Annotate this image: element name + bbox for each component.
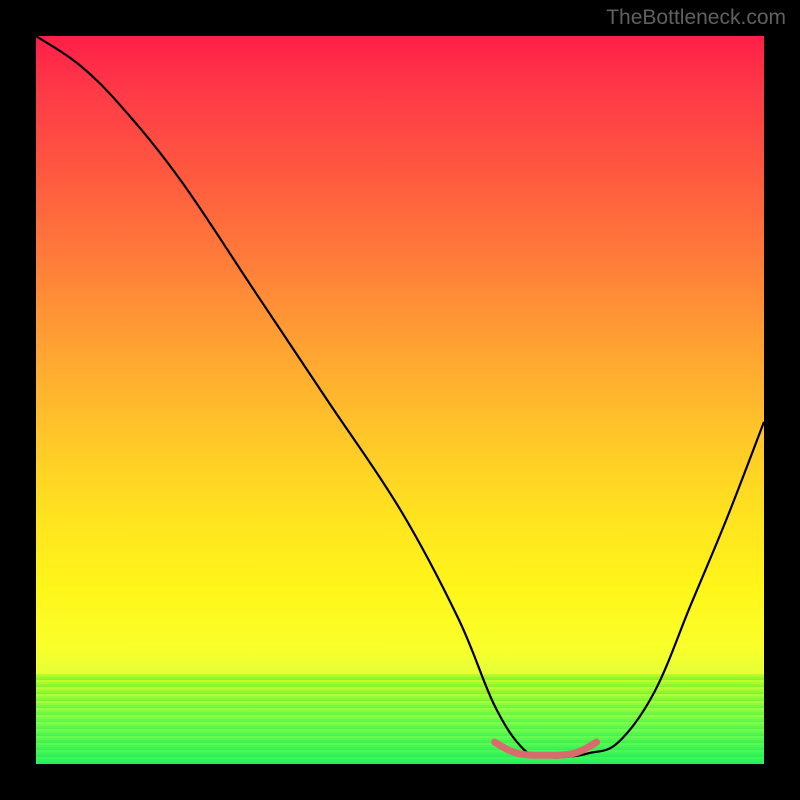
watermark-text: TheBottleneck.com [606,6,786,30]
chart-svg [36,36,764,764]
chart-plot-area [36,36,764,764]
bottleneck-curve-line [36,36,764,757]
optimal-range-line [495,742,597,755]
